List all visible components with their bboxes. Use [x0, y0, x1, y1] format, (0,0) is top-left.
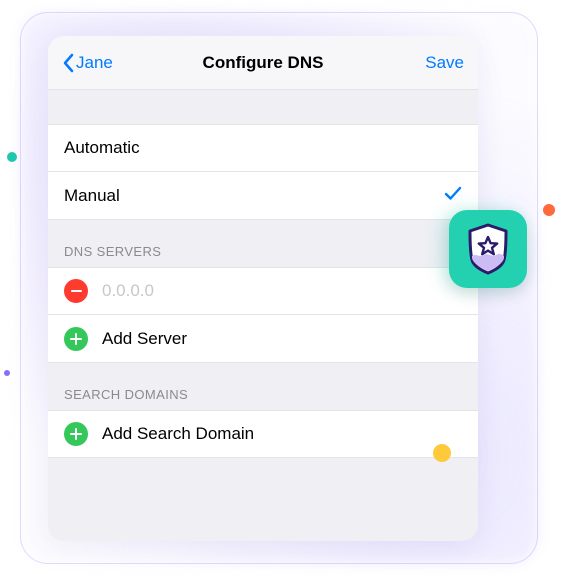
spacer [48, 90, 478, 124]
mode-option-manual[interactable]: Manual [48, 172, 478, 220]
navbar: Jane Configure DNS Save [48, 36, 478, 90]
add-server-row[interactable]: Add Server [48, 315, 478, 363]
chevron-left-icon [62, 53, 74, 73]
dns-server-input[interactable] [102, 281, 462, 301]
plus-icon [70, 333, 82, 345]
search-domains-header: SEARCH DOMAINS [48, 363, 478, 410]
remove-server-button[interactable] [64, 279, 88, 303]
checkmark-icon [444, 185, 462, 206]
add-server-button[interactable] [64, 327, 88, 351]
app-icon [449, 210, 527, 288]
save-button[interactable]: Save [425, 53, 464, 73]
add-search-domain-button[interactable] [64, 422, 88, 446]
back-label: Jane [76, 53, 113, 73]
decorative-dot [433, 444, 451, 462]
mode-option-label: Automatic [64, 138, 462, 158]
decorative-dot [543, 204, 555, 216]
decorative-dot [7, 152, 17, 162]
add-search-domain-row[interactable]: Add Search Domain [48, 410, 478, 458]
add-server-label: Add Server [102, 329, 187, 349]
settings-screen: Jane Configure DNS Save Automatic Manual… [48, 36, 478, 541]
dns-server-entry-row [48, 267, 478, 315]
shield-star-icon [463, 222, 513, 276]
mode-option-label: Manual [64, 186, 444, 206]
dns-servers-header: DNS SERVERS [48, 220, 478, 267]
mode-option-automatic[interactable]: Automatic [48, 124, 478, 172]
plus-icon [70, 428, 82, 440]
minus-icon [71, 290, 82, 292]
decorative-dot [4, 370, 10, 376]
add-search-domain-label: Add Search Domain [102, 424, 254, 444]
back-button[interactable]: Jane [62, 53, 113, 73]
